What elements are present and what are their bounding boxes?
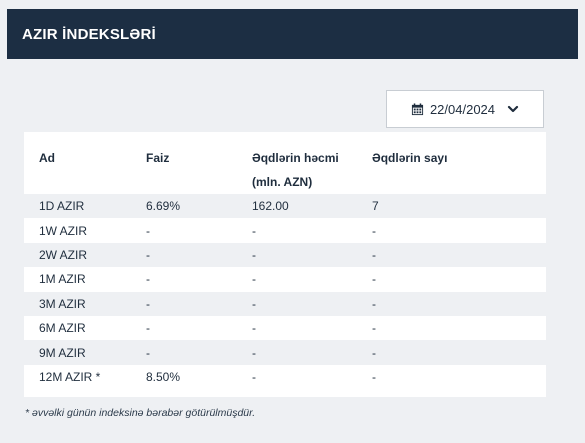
column-header-count: Əqdlərin sayı: [372, 151, 448, 165]
cell-ad: 12M AZIR *: [39, 369, 101, 384]
cell-volume: -: [252, 272, 256, 287]
cell-faiz: -: [146, 321, 150, 336]
cell-faiz: -: [146, 272, 150, 287]
cell-volume: -: [252, 369, 256, 384]
cell-count: -: [372, 272, 376, 287]
cell-count: 7: [357, 194, 546, 219]
cell-faiz: 8.50%: [146, 369, 181, 384]
date-picker[interactable]: 22/04/2024: [386, 90, 544, 128]
cell-ad: 1W AZIR: [39, 223, 88, 238]
cell-count: -: [372, 369, 376, 384]
table-row: 6M AZIR - - -: [24, 316, 546, 340]
cell-count: -: [372, 321, 376, 336]
cell-count: -: [357, 291, 546, 316]
page-title: AZIR İNDEKSLƏRİ: [22, 25, 156, 43]
cell-volume: -: [252, 223, 256, 238]
table-row: 1M AZIR - - -: [24, 267, 546, 291]
cell-ad: 1M AZIR: [39, 272, 86, 287]
table-row: 1D AZIR 6.69% 162.00 7: [24, 194, 546, 219]
cell-ad: 3M AZIR: [24, 291, 131, 316]
cell-ad: 9M AZIR: [24, 340, 131, 365]
azir-table: Ad Faiz Əqdlərin həcmi (mln. AZN) Əqdlər…: [24, 132, 546, 397]
cell-faiz: -: [131, 291, 237, 316]
table-row: 12M AZIR * 8.50% - -: [24, 365, 546, 389]
cell-count: -: [372, 223, 376, 238]
table-row: 2W AZIR - - -: [24, 242, 546, 268]
table-row: 1W AZIR - - -: [24, 218, 546, 242]
column-header-faiz: Faiz: [146, 151, 170, 165]
column-header-volume: Əqdlərin həcmi (mln. AZN): [252, 151, 339, 189]
cell-volume: 162.00: [237, 194, 357, 219]
column-header-ad: Ad: [39, 151, 55, 165]
table-row: 3M AZIR - - -: [24, 291, 546, 316]
cell-volume: -: [237, 291, 357, 316]
cell-volume: -: [237, 340, 357, 365]
cell-faiz: 6.69%: [131, 194, 237, 219]
cell-faiz: -: [131, 242, 237, 268]
footnote: * əvvəlki günün indeksinə bərabər götürü…: [25, 407, 256, 419]
cell-count: -: [357, 242, 546, 268]
table-row: 9M AZIR - - -: [24, 340, 546, 365]
cell-count: -: [357, 340, 546, 365]
chevron-down-icon: [507, 105, 519, 113]
cell-volume: -: [237, 242, 357, 268]
cell-volume: -: [252, 321, 256, 336]
calendar-icon: [411, 102, 424, 115]
cell-faiz: -: [146, 223, 150, 238]
date-value: 22/04/2024: [429, 101, 496, 117]
panel-header: AZIR İNDEKSLƏRİ: [7, 9, 578, 59]
cell-ad: 6M AZIR: [39, 321, 86, 336]
cell-ad: 1D AZIR: [24, 194, 131, 219]
cell-ad: 2W AZIR: [24, 242, 131, 268]
table-header-row: Ad Faiz Əqdlərin həcmi (mln. AZN) Əqdlər…: [24, 132, 546, 194]
cell-faiz: -: [131, 340, 237, 365]
